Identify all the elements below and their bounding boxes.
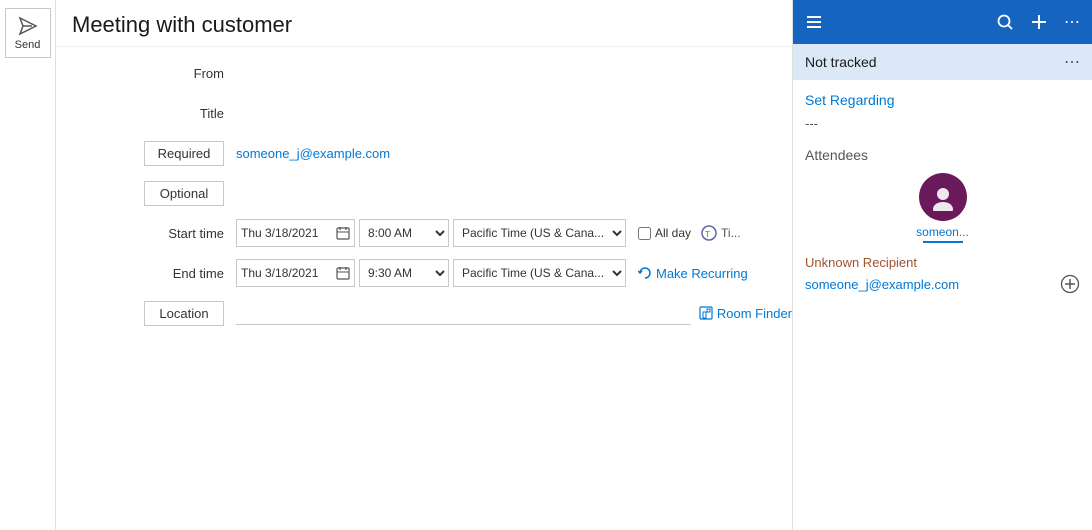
- required-email-cell: someone_j@example.com: [236, 146, 792, 161]
- main-form: Meeting with customer From Title Require…: [56, 0, 792, 530]
- search-icon: [996, 13, 1014, 31]
- start-time-value: 8:00 AM Pacific Time (US & Cana... All d…: [236, 219, 792, 247]
- make-recurring-link[interactable]: Make Recurring: [638, 266, 748, 281]
- title-field-label: Title: [56, 106, 236, 121]
- search-button[interactable]: [996, 13, 1014, 31]
- start-time-select[interactable]: 8:00 AM: [359, 219, 449, 247]
- not-tracked-more-icon: ⋯: [1064, 52, 1080, 72]
- hamburger-button[interactable]: [805, 13, 823, 31]
- attendee-avatar-icon: [929, 183, 957, 211]
- right-panel-header: ⋯: [793, 0, 1092, 44]
- end-date-wrap: [236, 259, 355, 287]
- attendees-label: Attendees: [805, 147, 1080, 163]
- teams-label: Ti...: [721, 226, 741, 240]
- unknown-email-link[interactable]: someone_j@example.com: [805, 277, 959, 292]
- more-options-icon: ⋯: [1064, 12, 1080, 32]
- start-time-row: Start time: [56, 215, 792, 251]
- location-wrap: Room Finder: [236, 301, 792, 325]
- not-tracked-more-button[interactable]: ⋯: [1064, 52, 1080, 72]
- room-finder-icon: [699, 306, 713, 320]
- regarding-value: ---: [805, 116, 1080, 131]
- location-row: Location Room Finder: [56, 295, 792, 331]
- location-label-cell: Location: [56, 301, 236, 326]
- attendee-item: someon...: [805, 173, 1080, 243]
- from-label: From: [56, 66, 236, 81]
- start-datetime-row: 8:00 AM Pacific Time (US & Cana... All d…: [236, 219, 792, 247]
- end-tz-select[interactable]: Pacific Time (US & Cana...: [453, 259, 626, 287]
- unknown-recipient-label: Unknown Recipient: [805, 255, 1080, 270]
- add-recipient-button[interactable]: [1060, 274, 1080, 294]
- title-row: Meeting with customer: [56, 0, 792, 47]
- add-recipient-icon: [1060, 274, 1080, 294]
- optional-button[interactable]: Optional: [144, 181, 224, 206]
- required-email-link[interactable]: someone_j@example.com: [236, 146, 390, 161]
- send-icon: [18, 16, 38, 36]
- recurring-icon: [638, 266, 652, 280]
- unknown-recipient-section: Unknown Recipient someone_j@example.com: [805, 255, 1080, 294]
- send-label: Send: [15, 39, 41, 51]
- required-row: Required someone_j@example.com: [56, 135, 792, 171]
- from-row: From: [56, 55, 792, 91]
- set-regarding-link[interactable]: Set Regarding: [805, 92, 1080, 108]
- room-finder-button[interactable]: Room Finder: [699, 306, 792, 321]
- end-time-row: End time: [56, 255, 792, 291]
- right-panel: ⋯ Not tracked ⋯ Set Regarding --- Attend…: [792, 0, 1092, 530]
- attendee-name[interactable]: someon...: [916, 225, 969, 239]
- hamburger-icon: [805, 13, 823, 31]
- start-date-input[interactable]: [237, 226, 332, 240]
- attendee-underline: [923, 241, 963, 243]
- send-button[interactable]: Send: [5, 8, 51, 58]
- start-tz-select[interactable]: Pacific Time (US & Cana...: [453, 219, 626, 247]
- teams-wrap: T Ti...: [701, 225, 741, 241]
- header-icons-right: ⋯: [996, 12, 1080, 32]
- location-input[interactable]: [236, 301, 691, 325]
- allday-label[interactable]: All day: [655, 226, 691, 240]
- end-calendar-icon[interactable]: [332, 266, 354, 280]
- title-field-row: Title: [56, 95, 792, 131]
- end-time-value: 9:30 AM Pacific Time (US & Cana... Make …: [236, 259, 792, 287]
- send-panel: Send: [0, 0, 56, 530]
- allday-wrap: All day: [638, 226, 691, 240]
- header-icons-left: [805, 13, 823, 31]
- start-calendar-icon[interactable]: [332, 226, 354, 240]
- optional-row: Optional: [56, 175, 792, 211]
- end-time-label: End time: [56, 266, 236, 281]
- start-date-wrap: [236, 219, 355, 247]
- svg-text:T: T: [705, 230, 710, 239]
- location-button[interactable]: Location: [144, 301, 224, 326]
- right-panel-content: Set Regarding --- Attendees someon... Un…: [793, 80, 1092, 530]
- not-tracked-bar: Not tracked ⋯: [793, 44, 1092, 80]
- recurring-label: Make Recurring: [656, 266, 748, 281]
- more-options-button[interactable]: ⋯: [1064, 12, 1080, 32]
- location-value: Room Finder: [236, 301, 792, 325]
- required-button[interactable]: Required: [144, 141, 224, 166]
- allday-checkbox[interactable]: [638, 227, 651, 240]
- add-button[interactable]: [1030, 13, 1048, 31]
- unknown-email-row: someone_j@example.com: [805, 274, 1080, 294]
- meeting-title: Meeting with customer: [72, 12, 292, 38]
- attendee-avatar: [919, 173, 967, 221]
- not-tracked-text: Not tracked: [805, 54, 877, 70]
- end-datetime-row: 9:30 AM Pacific Time (US & Cana... Make …: [236, 259, 792, 287]
- teams-icon: T: [701, 225, 717, 241]
- required-label-cell: Required: [56, 141, 236, 166]
- room-finder-label: Room Finder: [717, 306, 792, 321]
- fields-container: From Title Required someone_j@example.co…: [56, 47, 792, 343]
- optional-label-cell: Optional: [56, 181, 236, 206]
- end-time-select[interactable]: 9:30 AM: [359, 259, 449, 287]
- end-date-input[interactable]: [237, 266, 332, 280]
- add-icon: [1030, 13, 1048, 31]
- start-time-label: Start time: [56, 226, 236, 241]
